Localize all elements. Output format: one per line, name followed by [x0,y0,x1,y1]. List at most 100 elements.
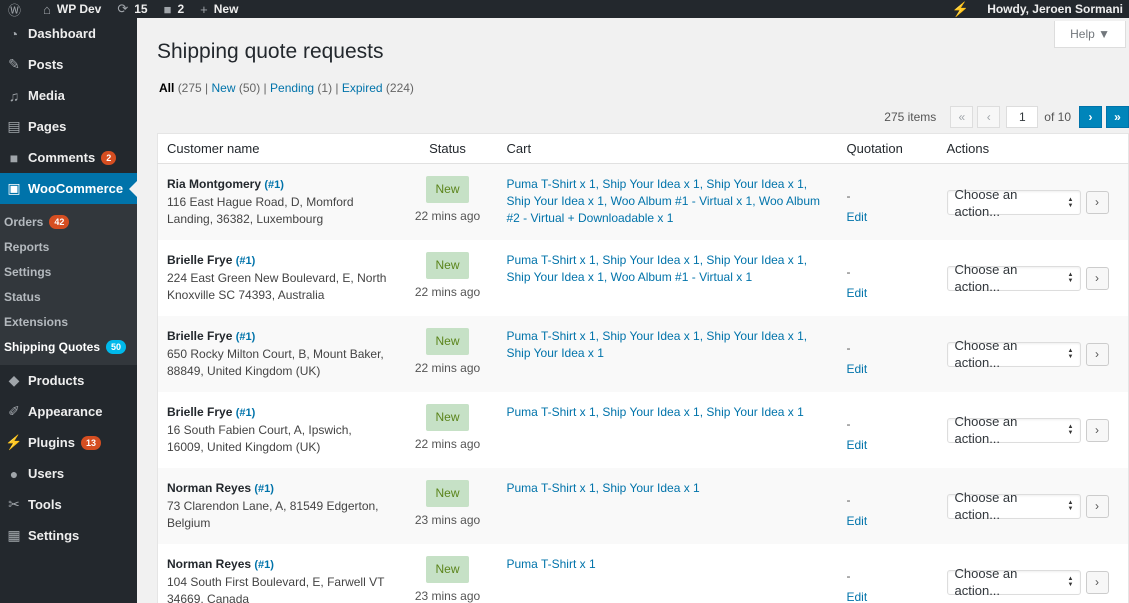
next-page-button[interactable]: › [1079,106,1102,128]
cart-items-link[interactable]: Puma T-Shirt x 1, Ship Your Idea x 1 [507,481,700,495]
status-cell: New 22 mins ago [398,240,498,316]
dashboard-icon: ◔ [9,25,19,42]
cart-items-link[interactable]: Puma T-Shirt x 1, Ship Your Idea x 1, Sh… [507,329,808,360]
sidebar-item-label: Products [28,373,85,388]
edit-quote-link[interactable]: Edit [847,361,929,378]
actions-cell: Choose an action... ▲▼ › [938,468,1129,544]
sidebar-item-products[interactable]: ◆ Products [0,365,137,396]
apply-action-button[interactable]: › [1085,494,1109,518]
action-select[interactable]: Choose an action... ▲▼ [946,490,1081,522]
wordpress-logo-button[interactable]: Ⓦ [0,0,35,18]
woo-icon: ▣ [7,180,21,196]
customer-id-link[interactable]: (#1) [236,255,256,267]
comments-link[interactable]: ■ 2 [156,0,193,18]
submenu-item-status[interactable]: Status [0,284,137,309]
sidebar-item-comments[interactable]: ■ Comments 2 [0,142,137,173]
submenu-label: Shipping Quotes [4,339,100,354]
submenu-item-shipping-quotes[interactable]: Shipping Quotes 50 [0,334,137,359]
submenu-item-reports[interactable]: Reports [0,234,137,259]
cart-items-link[interactable]: Puma T-Shirt x 1, Ship Your Idea x 1, Sh… [507,253,808,284]
sidebar-item-tools[interactable]: ✂ Tools [0,489,137,520]
submenu-item-orders[interactable]: Orders 42 [0,209,137,234]
customer-address: 224 East Green New Boulevard, E, North K… [167,270,387,302]
site-name: WP Dev [56,2,102,16]
sidebar-item-plugins[interactable]: ⚡ Plugins 13 [0,427,137,458]
sidebar-item-settings[interactable]: ▦ Settings [0,520,137,551]
sidebar-item-label: Dashboard [28,26,96,41]
customer-address: 116 East Hague Road, D, Momford Landing,… [167,195,354,226]
apply-action-button[interactable]: › [1085,191,1109,214]
bolt-icon[interactable]: ⚡ [934,1,987,18]
sidebar-item-pages[interactable]: ▤ Pages [0,111,137,142]
customer-id-link[interactable]: (#1) [254,559,274,571]
customer-name[interactable]: Norman Reyes [167,481,251,495]
current-page-input[interactable]: 1 [1006,106,1039,128]
last-page-button[interactable]: » [1106,106,1129,128]
status-badge: New [426,327,469,355]
edit-quote-link[interactable]: Edit [847,513,929,530]
prev-page-button[interactable]: ‹ [977,106,1001,128]
table-row: Norman Reyes (#1) 73 Clarendon Lane, A, 8… [157,467,1129,544]
products-icon: ◆ [8,372,20,388]
cart-items-link[interactable]: Puma T-Shirt x 1, Ship Your Idea x 1, Sh… [507,177,821,225]
sidebar-item-label: Plugins [28,435,75,450]
view-new-link[interactable]: New [212,81,236,95]
action-select[interactable]: Choose an action... ▲▼ [946,187,1081,219]
apply-action-button[interactable]: › [1085,570,1109,594]
sidebar-item-label: Settings [28,528,80,543]
quotation-cell: - Edit [838,316,938,392]
apply-action-button[interactable]: › [1085,342,1109,366]
action-select[interactable]: Choose an action... ▲▼ [946,262,1081,294]
customer-id-link[interactable]: (#1) [264,179,284,191]
first-page-button[interactable]: « [950,106,974,128]
customer-id-link[interactable]: (#1) [254,483,274,495]
edit-quote-link[interactable]: Edit [847,437,929,454]
action-select[interactable]: Choose an action... ▲▼ [946,338,1081,370]
sidebar-item-label: Media [28,88,65,103]
actions-cell: Choose an action... ▲▼ › [938,316,1129,392]
page-title: Shipping quote requests [157,40,384,63]
action-select[interactable]: Choose an action... ▲▼ [946,414,1081,446]
edit-quote-link[interactable]: Edit [847,209,929,226]
apply-action-button[interactable]: › [1085,266,1109,290]
pages-icon: ▤ [7,118,21,134]
sidebar-item-posts[interactable]: ✎ Posts [0,49,137,80]
customer-id-link[interactable]: (#1) [236,331,256,343]
cart-cell: Puma T-Shirt x 1 [498,544,838,603]
customer-address: 16 South Fabien Court, A, Ipswich, 16009… [167,422,352,454]
customer-id-link[interactable]: (#1) [236,407,256,419]
new-content-link[interactable]: + New [192,0,246,18]
cart-items-link[interactable]: Puma T-Shirt x 1 [507,557,596,571]
submenu-item-settings[interactable]: Settings [0,259,137,284]
sidebar-item-users[interactable]: ● Users [0,458,137,489]
settings-icon: ▦ [7,527,21,543]
sidebar-item-woocommerce[interactable]: ▣ WooCommerce [0,173,137,204]
column-header-customer[interactable]: Customer name [157,133,398,164]
cart-items-link[interactable]: Puma T-Shirt x 1, Ship Your Idea x 1, Sh… [507,405,804,419]
apply-action-button[interactable]: › [1085,418,1109,442]
site-name-link[interactable]: ⌂ WP Dev [35,0,109,18]
sidebar-item-media[interactable]: ♫ Media [0,80,137,111]
submenu-item-extensions[interactable]: Extensions [0,309,137,334]
admin-bar: Ⓦ ⌂ WP Dev ⟳ 15 ■ 2 + New ⚡ Howdy, Jeroen So… [0,0,1129,18]
sidebar-item-label: Users [28,466,65,481]
column-header-cart: Cart [497,133,838,164]
customer-name[interactable]: Brielle Frye [167,253,232,267]
edit-quote-link[interactable]: Edit [847,285,929,302]
howdy-user-link[interactable]: Howdy, Jeroen Sormani [987,2,1129,16]
view-expired-link[interactable]: Expired [342,81,383,95]
sidebar-item-appearance[interactable]: ✐ Appearance [0,396,137,427]
customer-name[interactable]: Norman Reyes [167,557,251,571]
updates-link[interactable]: ⟳ 15 [109,0,155,18]
customer-name[interactable]: Brielle Frye [167,329,232,343]
help-tab-button[interactable]: Help ▼ [1054,21,1126,48]
status-badge: New [426,555,469,583]
customer-cell: Norman Reyes (#1) 73 Clarendon Lane, A, 8… [158,468,398,544]
view-pending-link[interactable]: Pending [270,81,314,95]
customer-name[interactable]: Ria Montgomery [167,177,261,191]
action-select[interactable]: Choose an action... ▲▼ [946,566,1081,598]
customer-name[interactable]: Brielle Frye [167,405,232,419]
sidebar-item-dashboard[interactable]: ◔ Dashboard [0,18,137,49]
view-all-link[interactable]: All [159,81,174,95]
edit-quote-link[interactable]: Edit [847,589,929,603]
